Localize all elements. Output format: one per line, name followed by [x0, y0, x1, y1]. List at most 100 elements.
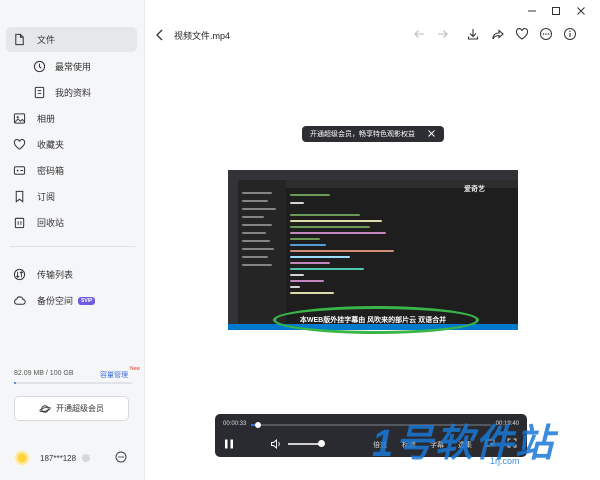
code-line [290, 232, 386, 234]
volume-handle[interactable] [318, 440, 325, 447]
sidebar-item-label: 密码箱 [37, 166, 65, 176]
file-icon [12, 33, 26, 47]
watermark-logo: 1号软件站 [372, 423, 556, 465]
previous-file-button[interactable] [412, 27, 426, 41]
trash-icon [12, 216, 26, 230]
planet-icon [39, 404, 51, 413]
code-line [290, 194, 330, 196]
close-icon [577, 7, 585, 15]
code-line [290, 220, 382, 222]
arrow-right-icon [438, 30, 448, 38]
code-line [290, 280, 324, 282]
explorer-line [242, 216, 264, 218]
code-line [290, 292, 334, 294]
new-badge: New [130, 366, 141, 372]
avatar[interactable] [14, 450, 30, 466]
document-icon [32, 86, 46, 100]
member-level-icon [82, 454, 91, 462]
volume-slider[interactable] [288, 440, 325, 447]
sidebar-item-vault[interactable]: 密码箱 [6, 158, 137, 183]
more-icon [540, 28, 552, 40]
sidebar-item-backup[interactable]: 备份空间 SVIP [6, 288, 137, 313]
sidebar-item-label: 最常使用 [55, 62, 92, 72]
sidebar: 文件 最常使用 我的资料 相册 收藏夹 密码箱 订阅 回收站 传输列表 备份空间… [0, 0, 145, 480]
clock-icon [32, 60, 46, 74]
current-time: 00:00:33 [223, 421, 247, 427]
explorer-line [242, 232, 266, 234]
maximize-icon [552, 7, 560, 15]
sidebar-divider [10, 246, 135, 247]
cloud-icon [12, 294, 26, 308]
storage-bar [14, 382, 132, 384]
back-arrow-icon[interactable] [154, 28, 166, 42]
close-window-button[interactable] [576, 3, 588, 15]
sidebar-item-transfers[interactable]: 传输列表 [6, 262, 137, 287]
sidebar-item-favorites[interactable]: 收藏夹 [6, 132, 137, 157]
sidebar-item-label: 收藏夹 [37, 140, 65, 150]
info-button[interactable] [563, 27, 577, 41]
code-line [290, 226, 370, 228]
sidebar-item-my-data[interactable]: 我的资料 [6, 80, 137, 105]
code-line [290, 262, 330, 264]
open-vip-button[interactable]: 开通超级会员 [14, 396, 129, 421]
vip-promo-toast[interactable]: 开通超级会员，畅享特色观影权益 [302, 126, 444, 142]
video-editor-activitybar [228, 180, 238, 330]
sidebar-item-label: 传输列表 [37, 270, 74, 280]
explorer-line [242, 256, 268, 258]
sidebar-item-label: 备份空间 [37, 296, 74, 306]
minimize-button[interactable] [527, 3, 539, 15]
sidebar-item-label: 订阅 [37, 192, 56, 202]
sidebar-item-recent[interactable]: 最常使用 [6, 54, 137, 79]
app-window: 文件 最常使用 我的资料 相册 收藏夹 密码箱 订阅 回收站 传输列表 备份空间… [0, 0, 600, 480]
code-line [290, 268, 364, 270]
transfer-icon [12, 268, 26, 282]
explorer-line [242, 248, 274, 250]
heart-icon [12, 138, 26, 152]
sidebar-item-trash[interactable]: 回收站 [6, 210, 137, 235]
sidebar-item-album[interactable]: 相册 [6, 106, 137, 131]
pause-icon[interactable] [223, 438, 235, 450]
open-vip-label: 开通超级会员 [56, 404, 104, 413]
sidebar-item-label: 文件 [37, 35, 56, 45]
explorer-line [242, 224, 272, 226]
download-icon [467, 29, 479, 40]
sidebar-item-subscriptions[interactable]: 订阅 [6, 184, 137, 209]
next-file-button[interactable] [436, 27, 450, 41]
promo-text: 开通超级会员，畅享特色观影权益 [310, 131, 415, 138]
more-button[interactable] [539, 27, 553, 41]
arrow-left-icon [414, 30, 424, 38]
site-watermark: 1号软件站 1rj.com [372, 412, 587, 472]
video-editor-explorer [238, 180, 286, 330]
info-icon [564, 28, 576, 40]
code-line [290, 256, 350, 258]
favorite-button[interactable] [515, 27, 529, 41]
more-options-icon[interactable] [115, 451, 127, 463]
file-title: 视频文件.mp4 [174, 31, 231, 41]
code-line [290, 286, 300, 288]
video-editor-titlebar [228, 170, 518, 180]
user-name: 187***128 [40, 453, 77, 463]
explorer-line [242, 192, 272, 194]
explorer-line [242, 264, 272, 266]
code-line [290, 244, 326, 246]
sidebar-item-label: 我的资料 [55, 88, 92, 98]
explorer-line [242, 240, 270, 242]
sidebar-item-files[interactable]: 文件 [6, 27, 137, 52]
minimize-icon [528, 10, 536, 12]
highlight-ellipse [273, 306, 479, 334]
download-button[interactable] [466, 27, 480, 41]
video-brand-logo: 爱奇艺 [464, 186, 485, 193]
vault-icon [12, 164, 26, 178]
viewer-header: 视频文件.mp4 [146, 18, 600, 52]
volume-icon[interactable] [270, 438, 282, 450]
share-button[interactable] [491, 27, 505, 41]
storage-bar-fill [14, 382, 17, 384]
code-line [290, 214, 360, 216]
close-icon[interactable] [427, 129, 436, 138]
sidebar-item-label: 回收站 [37, 218, 65, 228]
watermark-url: 1rj.com [490, 456, 520, 466]
progress-handle[interactable] [255, 422, 262, 428]
maximize-button[interactable] [551, 3, 563, 15]
expand-storage-link[interactable]: 容量管理 [100, 370, 128, 380]
bookmark-icon [12, 190, 26, 204]
